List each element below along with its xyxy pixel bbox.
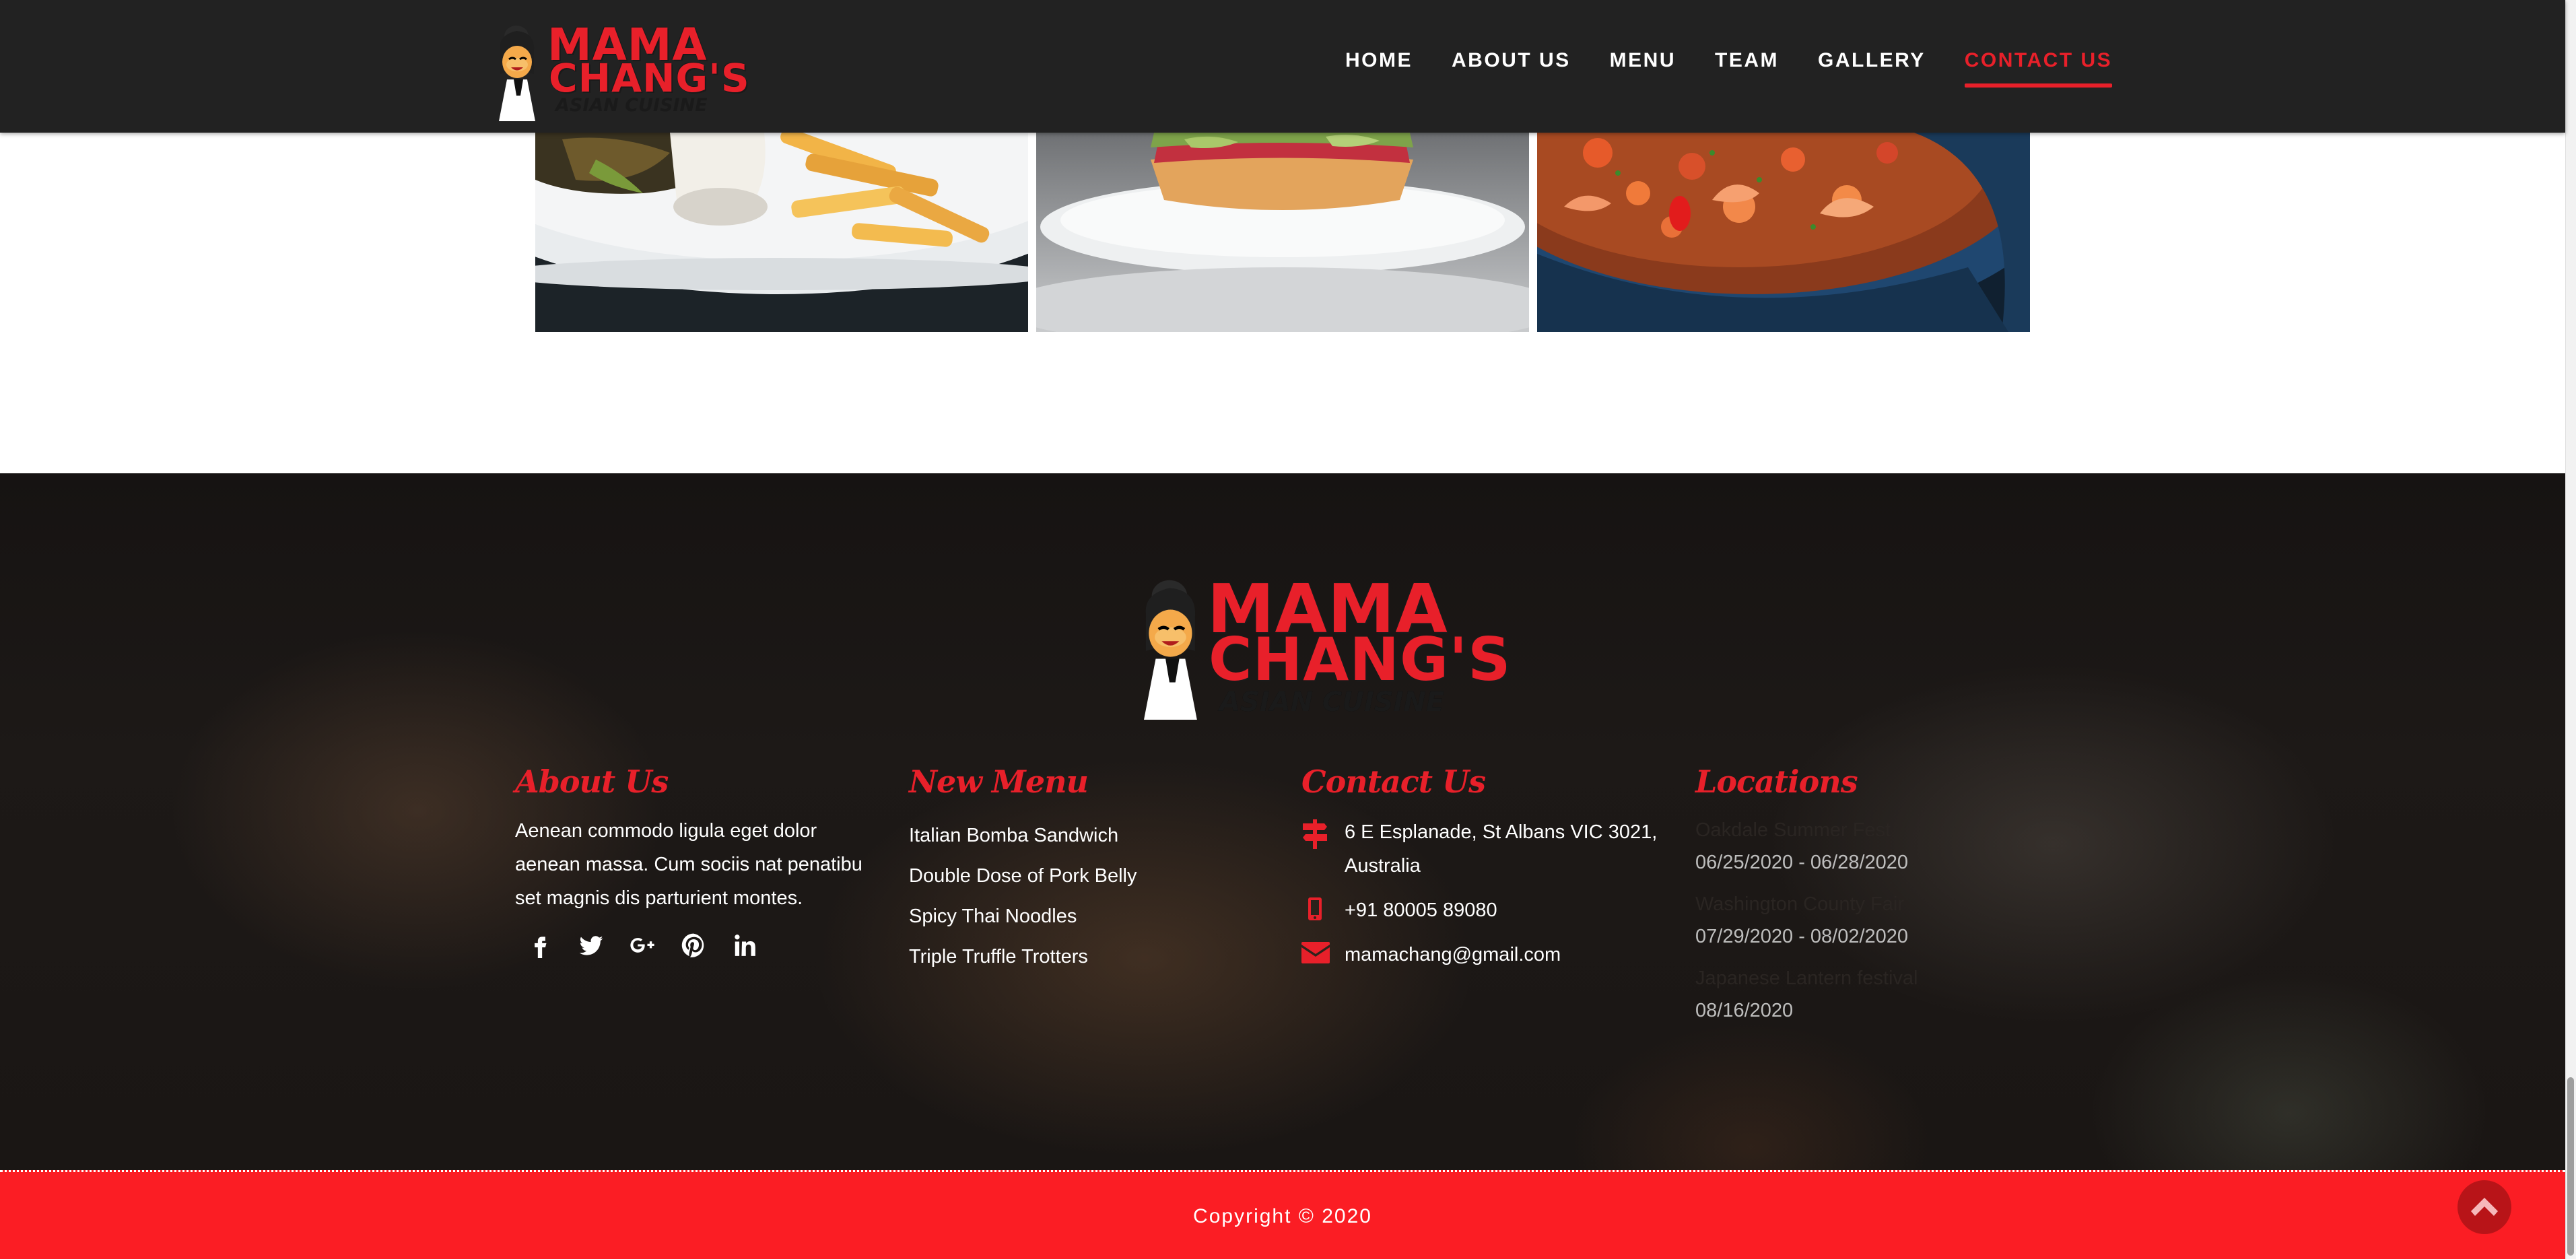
nav-team[interactable]: TEAM xyxy=(1715,47,1779,88)
mobile-phone-icon xyxy=(1301,893,1345,920)
burger-photo xyxy=(1036,133,1529,332)
about-text-line: Aenean commodo ligula eget dolor xyxy=(515,820,817,842)
nav-gallery[interactable]: GALLERY xyxy=(1818,47,1926,88)
facebook-icon[interactable] xyxy=(524,930,555,961)
contact-title: Contact Us xyxy=(1301,763,1486,800)
locations-title: Locations xyxy=(1695,763,1858,800)
page-scrollbar[interactable] xyxy=(2565,0,2576,1259)
location-dates: 06/25/2020 - 06/28/2020 xyxy=(1695,852,1909,873)
location-name[interactable]: Washington County Fair xyxy=(1695,888,2019,920)
menu-list: Italian Bomba Sandwich Double Dose of Po… xyxy=(909,815,1259,977)
pinterest-icon[interactable] xyxy=(678,930,709,961)
menu-item[interactable]: Italian Bomba Sandwich xyxy=(909,815,1259,856)
about-title: About Us xyxy=(515,763,669,800)
nav-contact-us[interactable]: CONTACT US xyxy=(1964,47,2113,88)
location-dates: 08/16/2020 xyxy=(1695,1000,1794,1021)
footer-menu-column: New Menu Italian Bomba Sandwich Double D… xyxy=(909,763,1259,977)
site-logo[interactable]: MAMA CHANG'S ASIAN CUISINE xyxy=(494,20,749,121)
twitter-icon[interactable] xyxy=(576,930,607,961)
linkedin-icon[interactable] xyxy=(729,930,760,961)
phone-number[interactable]: +91 80005 89080 xyxy=(1345,893,1497,927)
gallery-strip xyxy=(535,133,2030,332)
location-name[interactable]: Japanese Lantern festival xyxy=(1695,962,2019,994)
location-item: Washington County Fair 07/29/2020 - 08/0… xyxy=(1695,888,2019,953)
chef-mascot-icon xyxy=(499,26,535,121)
footer-logo-line-3: ASIAN CUISINE xyxy=(1219,687,1445,718)
contact-email: mamachang@gmail.com xyxy=(1301,938,1679,972)
location-name[interactable]: Oakdale Summer Fest xyxy=(1695,814,2019,846)
gallery-image-burger[interactable] xyxy=(1036,133,1529,332)
menu-title: New Menu xyxy=(909,763,1089,800)
location-dates: 07/29/2020 - 08/02/2020 xyxy=(1695,926,1909,947)
scrollbar-thumb[interactable] xyxy=(2567,1077,2574,1256)
envelope-icon xyxy=(1301,938,1345,963)
footer-about-column: About Us Aenean commodo ligula eget dolo… xyxy=(515,763,865,961)
copyright-text: Copyright © 2020 xyxy=(1193,1205,1372,1227)
copyright-bar: Copyright © 2020 xyxy=(0,1170,2565,1259)
contact-phone: +91 80005 89080 xyxy=(1301,893,1679,927)
top-navbar: MAMA CHANG'S ASIAN CUISINE HOME ABOUT US… xyxy=(0,0,2565,133)
nav-home[interactable]: HOME xyxy=(1345,47,1413,88)
about-text-line: set magnis dis parturient montes. xyxy=(515,887,803,909)
location-item: Oakdale Summer Fest 06/25/2020 - 06/28/2… xyxy=(1695,814,2019,879)
logo-line-2: CHANG'S xyxy=(549,55,750,101)
back-to-top-button[interactable] xyxy=(2458,1180,2511,1234)
menu-item[interactable]: Spicy Thai Noodles xyxy=(909,896,1259,937)
gallery-image-shrimp-rice[interactable] xyxy=(1537,133,2030,332)
fries-plate-photo xyxy=(535,133,1028,332)
signpost-icon xyxy=(1301,815,1345,849)
nav-menu[interactable]: MENU xyxy=(1610,47,1676,88)
logo-line-3: ASIAN CUISINE xyxy=(555,95,708,116)
chevron-up-icon xyxy=(2471,1198,2498,1216)
menu-item[interactable]: Triple Truffle Trotters xyxy=(909,937,1259,977)
footer-locations-column: Locations Oakdale Summer Fest 06/25/2020… xyxy=(1695,763,2019,1027)
menu-item[interactable]: Double Dose of Pork Belly xyxy=(909,856,1259,896)
address-line: Australia xyxy=(1345,855,1421,877)
footer-contact-column: Contact Us 6 E Esplanade, St Albans VIC … xyxy=(1301,763,1679,972)
main-nav: HOME ABOUT US MENU TEAM GALLERY CONTACT … xyxy=(1345,47,2151,88)
site-footer: MAMA CHANG'S ASIAN CUISINE About Us Aene… xyxy=(0,473,2565,1170)
contact-address: 6 E Esplanade, St Albans VIC 3021, Austr… xyxy=(1301,815,1679,883)
nav-about-us[interactable]: ABOUT US xyxy=(1452,47,1571,88)
about-text: Aenean commodo ligula eget dolor aenean … xyxy=(515,814,865,915)
email-address[interactable]: mamachang@gmail.com xyxy=(1345,938,1561,972)
shrimp-rice-photo xyxy=(1537,133,2030,332)
gallery-image-fries-plate[interactable] xyxy=(535,133,1028,332)
location-item: Japanese Lantern festival 08/16/2020 xyxy=(1695,962,2019,1027)
about-text-line: aenean massa. Cum sociis nat penatibu xyxy=(515,854,862,875)
social-links xyxy=(515,930,865,961)
footer-logo[interactable]: MAMA CHANG'S ASIAN CUISINE xyxy=(1133,574,1511,722)
google-plus-icon[interactable] xyxy=(627,930,658,961)
address-line: 6 E Esplanade, St Albans VIC 3021, xyxy=(1345,821,1658,843)
footer-logo-line-2: CHANG'S xyxy=(1209,625,1512,694)
